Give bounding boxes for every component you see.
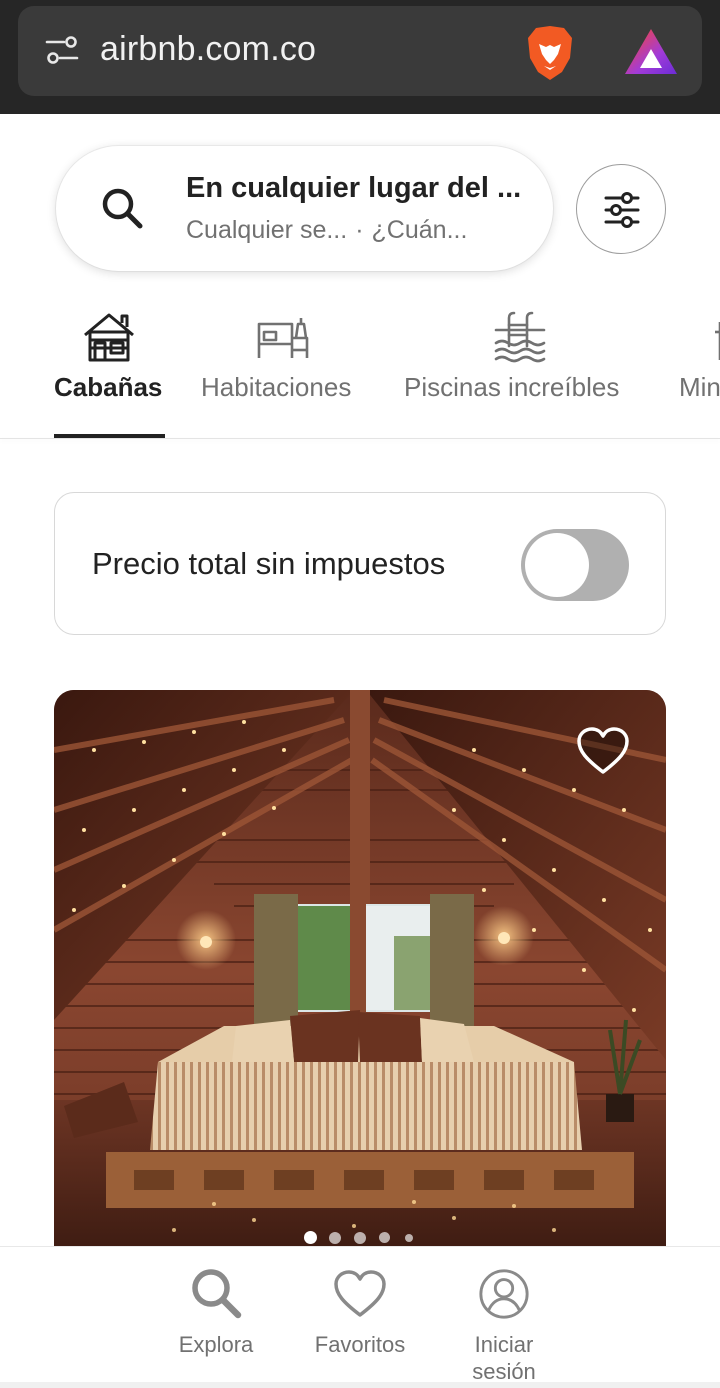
profile-icon: [479, 1269, 529, 1319]
category-label: Piscinas increíbles: [404, 372, 620, 402]
system-gesture-bar: [0, 1382, 720, 1388]
search-guests: ¿Cuán...: [371, 216, 468, 244]
bottom-navigation: Explora Favoritos Iniciar sesión: [0, 1246, 720, 1388]
photo-dot-active: [304, 1231, 317, 1244]
nav-label: Favoritos: [314, 1332, 406, 1357]
nav-favoritos[interactable]: Favoritos: [300, 1247, 420, 1388]
total-price-label: Precio total sin impuestos: [92, 546, 446, 581]
search-icon: [192, 1269, 242, 1319]
total-price-toggle[interactable]: [521, 529, 629, 601]
category-cabanas[interactable]: Cabañas: [54, 300, 166, 440]
brave-lion-icon[interactable]: [524, 24, 576, 82]
nav-iniciar-sesion[interactable]: Iniciar sesión: [444, 1247, 564, 1388]
category-label: Cabañas: [54, 372, 163, 402]
brave-rewards-icon[interactable]: [622, 26, 680, 78]
filters-button[interactable]: [576, 164, 666, 254]
category-label: Habitaciones: [201, 372, 352, 402]
room-bed-icon: [257, 318, 309, 358]
minsus-icon: [715, 322, 720, 360]
search-bar[interactable]: En cualquier lugar del ... Cualquier se.…: [56, 146, 553, 271]
category-habitaciones[interactable]: Habitaciones: [201, 300, 371, 440]
listing-photo[interactable]: [54, 690, 666, 1250]
search-details: Cualquier se... · ¿Cuán...: [186, 216, 536, 245]
nav-label-line2: sesión: [472, 1359, 536, 1384]
category-divider: [0, 438, 720, 439]
category-label: Min: [679, 372, 720, 402]
photo-dot: [354, 1232, 366, 1244]
photo-dot: [379, 1232, 390, 1243]
category-minsus[interactable]: Min: [679, 300, 720, 440]
total-price-card: Precio total sin impuestos: [54, 492, 666, 635]
nav-label: Iniciar sesión: [444, 1331, 564, 1385]
category-piscinas[interactable]: Piscinas increíbles: [404, 300, 636, 440]
pool-icon: [494, 311, 546, 363]
category-bar: Cabañas Habitaciones Piscinas increíbles…: [0, 300, 720, 440]
cabin-attic-bedroom-image: [54, 690, 666, 1250]
address-bar[interactable]: airbnb.com.co: [18, 6, 702, 96]
favorite-heart-icon[interactable]: [576, 726, 630, 776]
cabin-icon: [84, 313, 134, 362]
photo-pagination: [300, 1230, 420, 1246]
photo-dot: [329, 1232, 341, 1244]
heart-icon: [334, 1270, 386, 1317]
nav-explora[interactable]: Explora: [156, 1247, 276, 1388]
search-separator: ·: [355, 216, 364, 244]
sliders-icon: [604, 192, 640, 228]
search-icon: [102, 188, 143, 229]
site-settings-icon[interactable]: [44, 32, 80, 68]
search-dates: Cualquier se...: [186, 216, 348, 244]
toggle-knob: [525, 533, 589, 597]
photo-dot: [405, 1234, 413, 1242]
nav-label-line1: Iniciar: [474, 1332, 534, 1357]
browser-toolbar: airbnb.com.co: [0, 0, 720, 114]
nav-label: Explora: [178, 1332, 254, 1357]
url-text[interactable]: airbnb.com.co: [100, 30, 316, 69]
search-destination: En cualquier lugar del ...: [186, 172, 522, 204]
